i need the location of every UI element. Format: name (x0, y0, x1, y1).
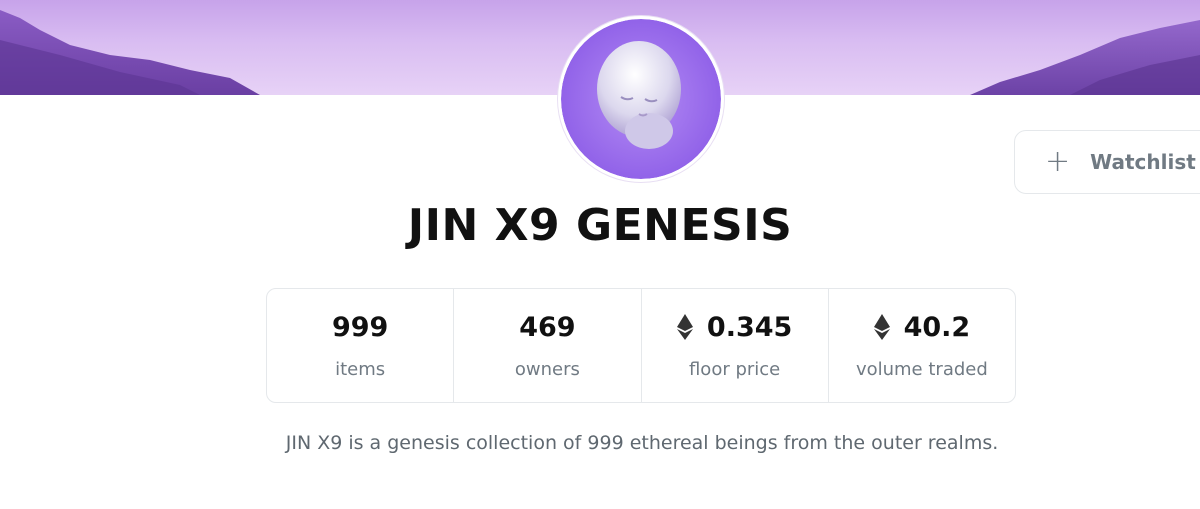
stat-items[interactable]: 999 items (267, 289, 455, 402)
stat-value-text: 0.345 (706, 311, 793, 343)
stat-label: items (335, 359, 386, 380)
stat-value-text: 40.2 (903, 311, 971, 343)
ethereum-icon (676, 314, 693, 340)
collection-description: JIN X9 is a genesis collection of 999 et… (285, 432, 999, 454)
collection-stats: 999 items 469 owners 0.345 floor price 4… (266, 288, 1016, 403)
plus-icon: + (1045, 144, 1071, 179)
watchlist-button[interactable]: + Watchlist (1014, 130, 1200, 194)
stat-volume-traded[interactable]: 40.2 volume traded (829, 289, 1015, 402)
stat-label: owners (514, 359, 580, 380)
stat-value: 469 (519, 309, 575, 345)
stat-value-text: 999 (331, 311, 389, 343)
stat-value: 40.2 (873, 309, 971, 345)
stat-label: volume traded (855, 359, 988, 380)
stat-value: 999 (332, 309, 388, 345)
watchlist-label: Watchlist (1090, 150, 1196, 174)
ethereal-head-image (561, 19, 721, 179)
collection-title: JIN X9 GENESIS (407, 200, 793, 251)
collection-avatar (558, 16, 724, 182)
stat-value-text: 469 (519, 311, 576, 343)
stat-label: floor price (688, 359, 781, 380)
ethereum-icon (873, 314, 890, 340)
stat-value: 0.345 (676, 309, 793, 345)
stat-floor-price[interactable]: 0.345 floor price (642, 289, 829, 402)
stat-owners[interactable]: 469 owners (454, 289, 642, 402)
